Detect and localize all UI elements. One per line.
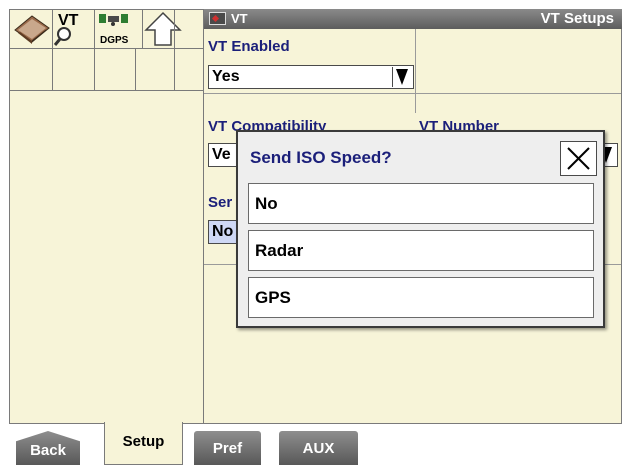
vt-enabled-value: Yes — [212, 68, 240, 85]
book-icon[interactable] — [12, 10, 52, 48]
row-divider — [204, 93, 621, 94]
vt-setups-screen: VT DGPS VT VT Setups VT Enabled Yes VT C… — [0, 0, 631, 468]
svg-text:DGPS: DGPS — [100, 35, 129, 46]
close-icon — [567, 147, 590, 170]
grid-divider — [52, 10, 53, 90]
send-iso-speed-dialog: Send ISO Speed? No Radar GPS — [236, 130, 605, 328]
icon-toolbar: VT DGPS — [9, 9, 204, 91]
vt-enabled-dropdown[interactable]: Yes — [208, 65, 414, 89]
option-no[interactable]: No — [248, 183, 594, 224]
option-label: No — [255, 194, 278, 213]
option-label: GPS — [255, 288, 291, 307]
tab-setup[interactable]: Setup — [104, 422, 183, 465]
chevron-down-icon — [392, 67, 411, 87]
tab-bar: Back Setup Pref AUX — [0, 422, 631, 468]
send-speed-value: No — [212, 223, 234, 240]
tab-bar-line — [9, 423, 622, 424]
tab-aux[interactable]: AUX — [279, 431, 358, 465]
svg-text:VT: VT — [58, 12, 79, 29]
send-speed-label: Ser — [208, 194, 233, 211]
vt-compatibility-value: Ve — [212, 146, 231, 163]
option-gps[interactable]: GPS — [248, 277, 594, 318]
option-radar[interactable]: Radar — [248, 230, 594, 271]
close-button[interactable] — [560, 141, 597, 176]
title-bar: VT VT Setups — [204, 9, 622, 29]
up-arrow-icon[interactable] — [142, 10, 184, 48]
vt-search-icon[interactable]: VT — [52, 10, 94, 48]
dgps-icon[interactable]: DGPS — [94, 10, 142, 48]
grid-divider — [174, 10, 175, 90]
left-panel — [9, 91, 204, 423]
tab-back[interactable]: Back — [16, 431, 80, 465]
grid-divider — [142, 10, 143, 48]
vt-enabled-label: VT Enabled — [208, 38, 290, 55]
vt-screen-icon — [209, 12, 226, 25]
tab-pref[interactable]: Pref — [194, 431, 261, 465]
column-divider — [415, 29, 416, 113]
title-vt-label: VT — [231, 11, 248, 26]
grid-divider — [135, 48, 136, 90]
grid-divider — [94, 10, 95, 90]
page-title: VT Setups — [540, 10, 614, 27]
option-label: Radar — [255, 241, 304, 260]
dialog-title: Send ISO Speed? — [250, 148, 392, 167]
